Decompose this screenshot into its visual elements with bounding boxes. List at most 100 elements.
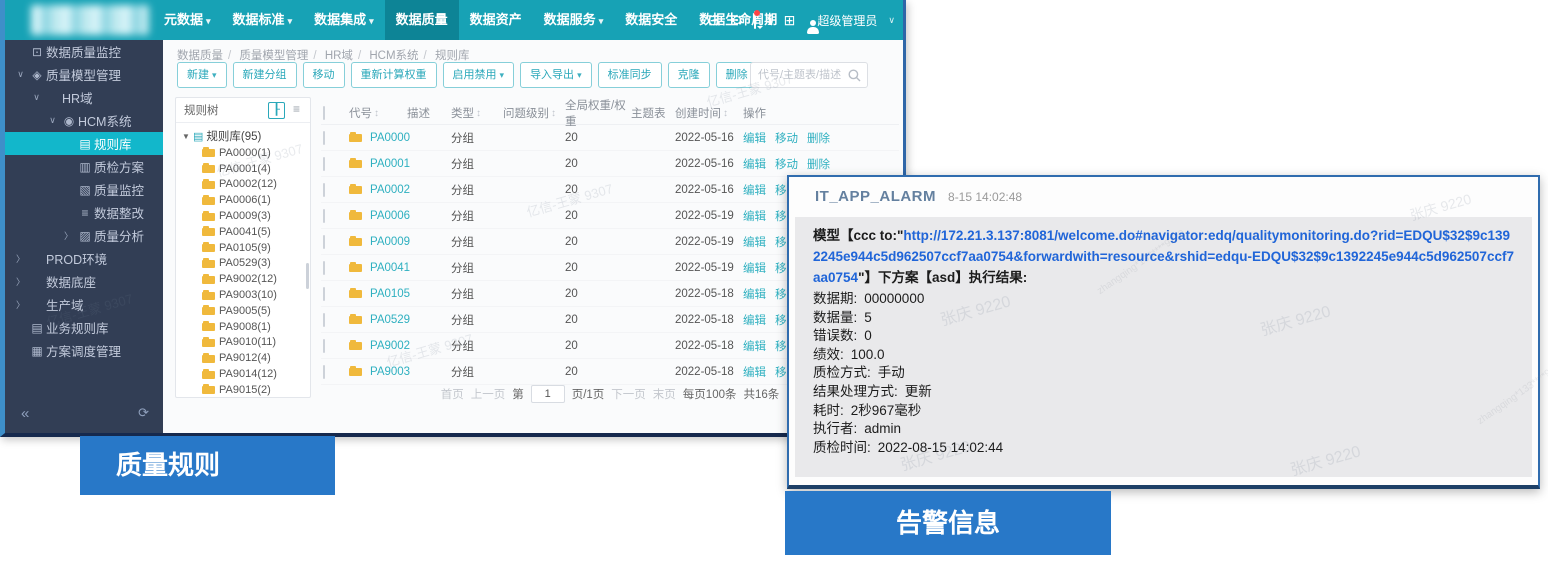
- move-link[interactable]: 移动: [775, 130, 798, 146]
- kiosk-icon[interactable]: ⊞: [784, 13, 796, 27]
- edit-link[interactable]: 编辑: [743, 338, 766, 354]
- tree-node[interactable]: PA9015(2): [182, 382, 308, 398]
- top-nav-item[interactable]: 数据服务▾: [533, 0, 615, 40]
- tree-node[interactable]: PA0002(12): [182, 177, 308, 193]
- row-checkbox[interactable]: [323, 157, 325, 171]
- tree-node[interactable]: PA9010(11): [182, 335, 308, 351]
- breadcrumb-item[interactable]: HCM系统: [369, 50, 418, 62]
- sidebar-item[interactable]: 〉 生产域: [5, 293, 163, 316]
- row-checkbox[interactable]: [323, 183, 325, 197]
- first-page-button[interactable]: 首页: [441, 386, 464, 402]
- message-icon[interactable]: [754, 13, 756, 27]
- table-header-cell[interactable]: 创建时间↕: [675, 105, 743, 121]
- chevron-icon[interactable]: ∨: [29, 92, 44, 103]
- row-checkbox[interactable]: [323, 339, 325, 353]
- tree-node[interactable]: PA0105(9): [182, 240, 308, 256]
- rule-code-link[interactable]: PA0009: [370, 236, 410, 248]
- toolbar-button[interactable]: 启用禁用▾: [443, 62, 515, 88]
- chevron-icon[interactable]: 〉: [61, 229, 76, 242]
- edit-link[interactable]: 编辑: [743, 260, 766, 276]
- toolbar-button[interactable]: 克隆: [668, 62, 710, 88]
- table-header-cell[interactable]: 主题表: [631, 105, 675, 121]
- top-nav-item[interactable]: 元数据▾: [153, 0, 222, 40]
- sidebar-item[interactable]: 数据整改: [5, 201, 163, 224]
- chevron-icon[interactable]: 〉: [13, 275, 28, 288]
- sidebar-item[interactable]: 方案调度管理: [5, 339, 163, 362]
- sidebar-item[interactable]: 质量监控: [5, 178, 163, 201]
- page-number-input[interactable]: [531, 385, 565, 403]
- rule-code-link[interactable]: PA0002: [370, 184, 410, 196]
- table-header-cell[interactable]: 代号↕: [349, 105, 407, 121]
- breadcrumb-item[interactable]: HR域: [325, 50, 353, 62]
- top-nav-item[interactable]: 数据集成▾: [303, 0, 385, 40]
- select-all-checkbox[interactable]: [323, 106, 325, 120]
- sort-icon[interactable]: ↕: [723, 108, 728, 119]
- search-input[interactable]: [758, 64, 846, 86]
- search-icon[interactable]: [848, 69, 861, 82]
- list-view-icon[interactable]: ≡: [288, 102, 305, 119]
- tree-node[interactable]: PA9003(10): [182, 287, 308, 303]
- top-nav-item[interactable]: 数据标准▾: [222, 0, 304, 40]
- tree-node[interactable]: PA0041(5): [182, 224, 308, 240]
- move-link[interactable]: 移动: [775, 156, 798, 172]
- sort-icon[interactable]: ↕: [374, 108, 379, 119]
- row-checkbox[interactable]: [323, 235, 325, 249]
- delete-link[interactable]: 删除: [807, 130, 830, 146]
- monitor-icon[interactable]: ⊟: [708, 13, 720, 27]
- row-checkbox[interactable]: [323, 261, 325, 275]
- breadcrumb-item[interactable]: 数据质量: [177, 50, 223, 62]
- tree-node[interactable]: PA9012(4): [182, 350, 308, 366]
- refresh-icon[interactable]: ⟳: [138, 405, 149, 421]
- sidebar-item[interactable]: 〉 PROD环境: [5, 247, 163, 270]
- tree-view-icon[interactable]: ┠: [268, 102, 285, 119]
- tree-node[interactable]: PA0000(1): [182, 145, 308, 161]
- table-header-cell[interactable]: 操作: [743, 105, 899, 121]
- breadcrumb-item[interactable]: 质量模型管理: [239, 50, 308, 62]
- row-checkbox[interactable]: [323, 287, 325, 301]
- tree-node[interactable]: PA9008(1): [182, 319, 308, 335]
- top-nav-item[interactable]: 数据资产: [459, 0, 533, 40]
- chevron-icon[interactable]: 〉: [13, 252, 28, 265]
- edit-link[interactable]: 编辑: [743, 234, 766, 250]
- edit-link[interactable]: 编辑: [743, 208, 766, 224]
- rule-code-link[interactable]: PA0001: [370, 158, 410, 170]
- tree-node[interactable]: PA0529(3): [182, 256, 308, 272]
- tree-expand-icon[interactable]: ▼: [182, 132, 193, 141]
- table-header-cell[interactable]: 类型↕: [451, 105, 503, 121]
- delete-link[interactable]: 删除: [807, 156, 830, 172]
- toolbar-button[interactable]: 导入导出▾: [520, 62, 592, 88]
- tree-node[interactable]: PA9005(5): [182, 303, 308, 319]
- chevron-icon[interactable]: 〉: [13, 298, 28, 311]
- edit-link[interactable]: 编辑: [743, 156, 766, 172]
- row-checkbox[interactable]: [323, 365, 325, 379]
- sidebar-item[interactable]: 质检方案: [5, 155, 163, 178]
- collapse-sidebar-icon[interactable]: «: [21, 405, 29, 422]
- sidebar-item[interactable]: ∨ HR域: [5, 86, 163, 109]
- rule-code-link[interactable]: PA0041: [370, 262, 410, 274]
- last-page-button[interactable]: 末页: [653, 386, 676, 402]
- user-menu-caret-icon[interactable]: ∨: [888, 15, 895, 26]
- toolbar-button[interactable]: 标准同步: [598, 62, 662, 88]
- sidebar-item[interactable]: 业务规则库: [5, 316, 163, 339]
- tree-node[interactable]: PA0006(1): [182, 192, 308, 208]
- sidebar-item[interactable]: ∨ 质量模型管理: [5, 63, 163, 86]
- chevron-icon[interactable]: ∨: [45, 115, 60, 126]
- edit-link[interactable]: 编辑: [743, 130, 766, 146]
- sidebar-item[interactable]: ∨ HCM系统: [5, 109, 163, 132]
- toolbar-button[interactable]: 重新计算权重: [351, 62, 437, 88]
- edit-link[interactable]: 编辑: [743, 182, 766, 198]
- sidebar-item[interactable]: 数据质量监控: [5, 40, 163, 63]
- tree-scrollbar[interactable]: [306, 263, 309, 289]
- toolbar-button[interactable]: 新建分组: [233, 62, 297, 88]
- edit-link[interactable]: 编辑: [743, 364, 766, 380]
- tree-node[interactable]: PA0001(4): [182, 161, 308, 177]
- sidebar-item[interactable]: 〉 质量分析: [5, 224, 163, 247]
- prev-page-button[interactable]: 上一页: [471, 386, 506, 402]
- next-page-button[interactable]: 下一页: [611, 386, 646, 402]
- tree-node[interactable]: PA9014(12): [182, 366, 308, 382]
- top-nav-item[interactable]: 数据安全: [614, 0, 688, 40]
- tree-root-node[interactable]: ▼ ▤ 规则库(95): [182, 127, 308, 145]
- toolbar-button[interactable]: 新建▾: [177, 62, 227, 88]
- tree-node[interactable]: PA0009(3): [182, 208, 308, 224]
- sidebar-item[interactable]: 规则库: [5, 132, 163, 155]
